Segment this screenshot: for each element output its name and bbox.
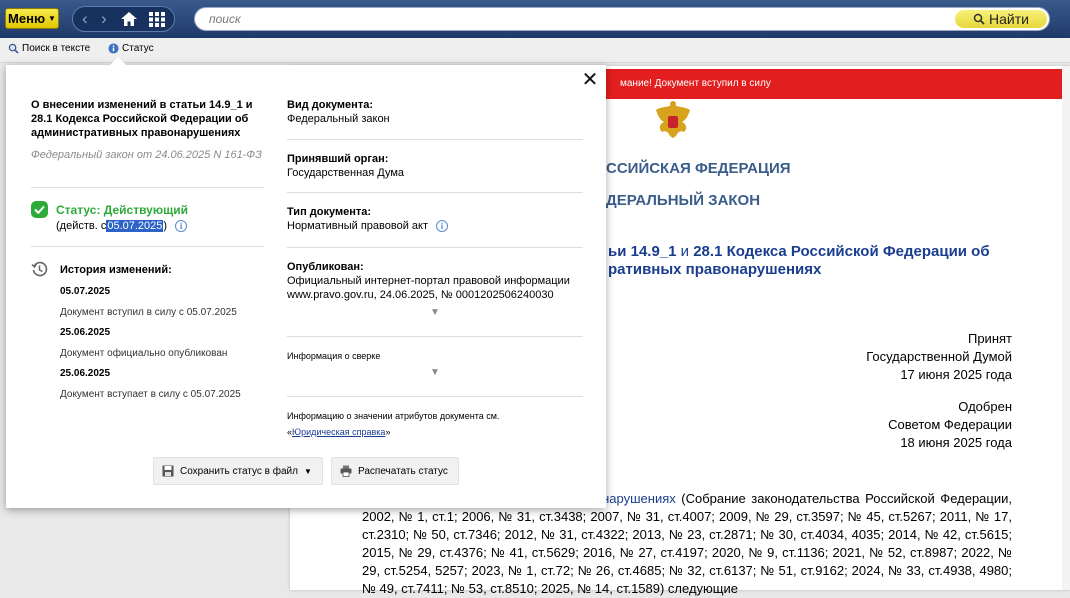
home-icon[interactable] <box>120 11 138 32</box>
search-input[interactable] <box>207 11 911 27</box>
history-item: 25.06.2025 Документ официально опубликов… <box>60 327 227 359</box>
coat-of-arms-icon <box>656 101 690 138</box>
expand-triangle-icon[interactable]: ▼ <box>430 367 440 378</box>
menu-label: Меню <box>8 11 46 26</box>
act-type-label: Тип документа: <box>287 206 372 218</box>
history-item: 05.07.2025 Документ вступил в силу с 05.… <box>60 286 237 318</box>
since-date: 05.07.2025 <box>106 220 164 232</box>
doc-title-part: 28.1 Кодекса Российской Федерации об <box>693 243 990 260</box>
issuing-body-label: Принявший орган: <box>287 153 389 165</box>
doc-heading-law: ЕДЕРАЛЬНЫЙ ЗАКОН <box>596 192 761 209</box>
doc-type-value: Федеральный закон <box>287 113 390 125</box>
floppy-disk-icon <box>162 465 174 477</box>
history-date: 25.06.2025 <box>60 368 111 379</box>
save-status-label: Сохранить статус в файл <box>180 465 298 477</box>
accepted-block: Принят Государственной Думой 17 июня 202… <box>866 330 1012 384</box>
print-status-label: Распечатать статус <box>358 465 448 477</box>
doc-heading-country: ССИЙСКАЯ ФЕДЕРАЦИЯ <box>606 160 791 177</box>
save-status-button[interactable]: Сохранить статус в файл ▼ <box>153 457 323 485</box>
close-icon[interactable]: ✕ <box>581 70 599 90</box>
popup-document-title: О внесении изменений в статьи 14.9_1 и 2… <box>31 99 253 139</box>
search-box: Найти <box>194 7 1050 31</box>
doc-type-label: Вид документа: <box>287 99 373 111</box>
divider <box>287 336 583 337</box>
doc-title: ьи 14.9_1 и 28.1 Кодекса Российской Феде… <box>608 243 1028 279</box>
forward-arrow-icon[interactable]: › <box>101 9 107 29</box>
info-icon <box>108 43 119 54</box>
expand-triangle-icon[interactable]: ▼ <box>430 307 440 318</box>
divider <box>287 192 583 193</box>
status-row: Статус: Действующий <box>31 201 188 218</box>
attributes-info-text: Информацию о значении атрибутов документ… <box>287 411 500 421</box>
history-icon <box>31 261 48 277</box>
accepted-line: 17 июня 2025 года <box>900 367 1012 382</box>
divider <box>31 246 264 247</box>
divider <box>287 396 583 397</box>
doc-title-part: ьи 14.9_1 <box>608 243 677 260</box>
nav-controls: ‹ › <box>72 6 175 32</box>
issuing-body-value: Государственная Дума <box>287 167 405 179</box>
document-scrollbar[interactable] <box>1062 66 1070 590</box>
print-status-button[interactable]: Распечатать статус <box>331 457 459 485</box>
find-label: Найти <box>989 11 1029 27</box>
caret-down-icon: ▼ <box>48 14 56 23</box>
info-icon[interactable]: i <box>436 220 448 232</box>
act-type-value: Нормативный правовой акт <box>287 220 428 232</box>
history-desc: Документ вступает в силу с 05.07.2025 <box>60 389 241 400</box>
history-desc: Документ официально опубликован <box>60 348 228 359</box>
history-item: 25.06.2025 Документ вступает в силу с 05… <box>60 368 241 400</box>
printer-icon <box>340 465 352 477</box>
caret-down-icon: ▼ <box>303 466 312 476</box>
status-value: Статус: Действующий <box>56 202 188 217</box>
history-title: История изменений: <box>60 263 172 276</box>
history-header: История изменений: <box>31 261 172 278</box>
divider <box>31 187 264 188</box>
check-circle-icon <box>31 201 48 218</box>
find-button[interactable]: Найти <box>955 10 1047 28</box>
approved-block: Одобрен Советом Федерации 18 июня 2025 г… <box>888 398 1012 452</box>
back-arrow-icon[interactable]: ‹ <box>82 9 88 29</box>
doc-type-block: Вид документа: Федеральный закон <box>287 98 583 126</box>
approved-line: Советом Федерации <box>888 417 1012 432</box>
status-button[interactable]: Статус <box>108 43 154 54</box>
magnifier-icon <box>973 13 985 25</box>
check-info-label: Информация о сверке <box>287 351 381 361</box>
act-type-block: Тип документа: Нормативный правовой акт … <box>287 205 583 233</box>
approved-line: 18 июня 2025 года <box>900 435 1012 450</box>
since-suffix: ) <box>163 220 168 232</box>
banner-text: мание! Документ вступил в силу <box>620 78 771 89</box>
toolbar: Поиск в тексте Статус <box>0 38 1070 63</box>
attributes-info: Информацию о значении атрибутов документ… <box>287 408 583 440</box>
magnifier-icon <box>8 43 19 54</box>
popup-document-subtitle: Федеральный закон от 24.06.2025 N 161-ФЗ <box>31 149 262 161</box>
history-desc: Документ вступил в силу с 05.07.2025 <box>60 307 237 318</box>
popup-pointer <box>110 57 126 65</box>
search-in-text-button[interactable]: Поиск в тексте <box>8 43 90 54</box>
menu-button[interactable]: Меню ▼ <box>5 8 59 29</box>
top-bar: Меню ▼ ‹ › Найти <box>0 0 1070 38</box>
grid-icon[interactable] <box>149 12 165 32</box>
published-block: Опубликован: Официальный интернет-портал… <box>287 260 583 302</box>
status-popup: ✕ О внесении изменений в статьи 14.9_1 и… <box>6 57 606 508</box>
legal-reference-link[interactable]: Юридическая справка <box>292 427 385 437</box>
doc-title-and: и <box>676 243 694 260</box>
published-value: Официальный интернет-портал правовой инф… <box>287 275 570 301</box>
info-icon[interactable]: i <box>175 220 188 232</box>
status-label: Статус <box>122 43 154 54</box>
history-date: 05.07.2025 <box>60 286 111 297</box>
effective-since: (действ. с 05.07.2025) i <box>56 220 188 232</box>
accepted-line: Государственной Думой <box>866 349 1012 364</box>
approved-line: Одобрен <box>958 399 1012 414</box>
quote-close: » <box>385 427 391 437</box>
since-prefix: (действ. с <box>56 220 107 232</box>
history-date: 25.06.2025 <box>60 327 111 338</box>
issuing-body-block: Принявший орган: Государственная Дума <box>287 152 583 180</box>
accepted-line: Принят <box>967 331 1012 346</box>
search-in-text-label: Поиск в тексте <box>22 43 91 54</box>
published-label: Опубликован: <box>287 261 364 273</box>
doc-title-line2: ративных правонарушениях <box>608 261 822 278</box>
divider <box>287 139 583 140</box>
divider <box>287 247 583 248</box>
